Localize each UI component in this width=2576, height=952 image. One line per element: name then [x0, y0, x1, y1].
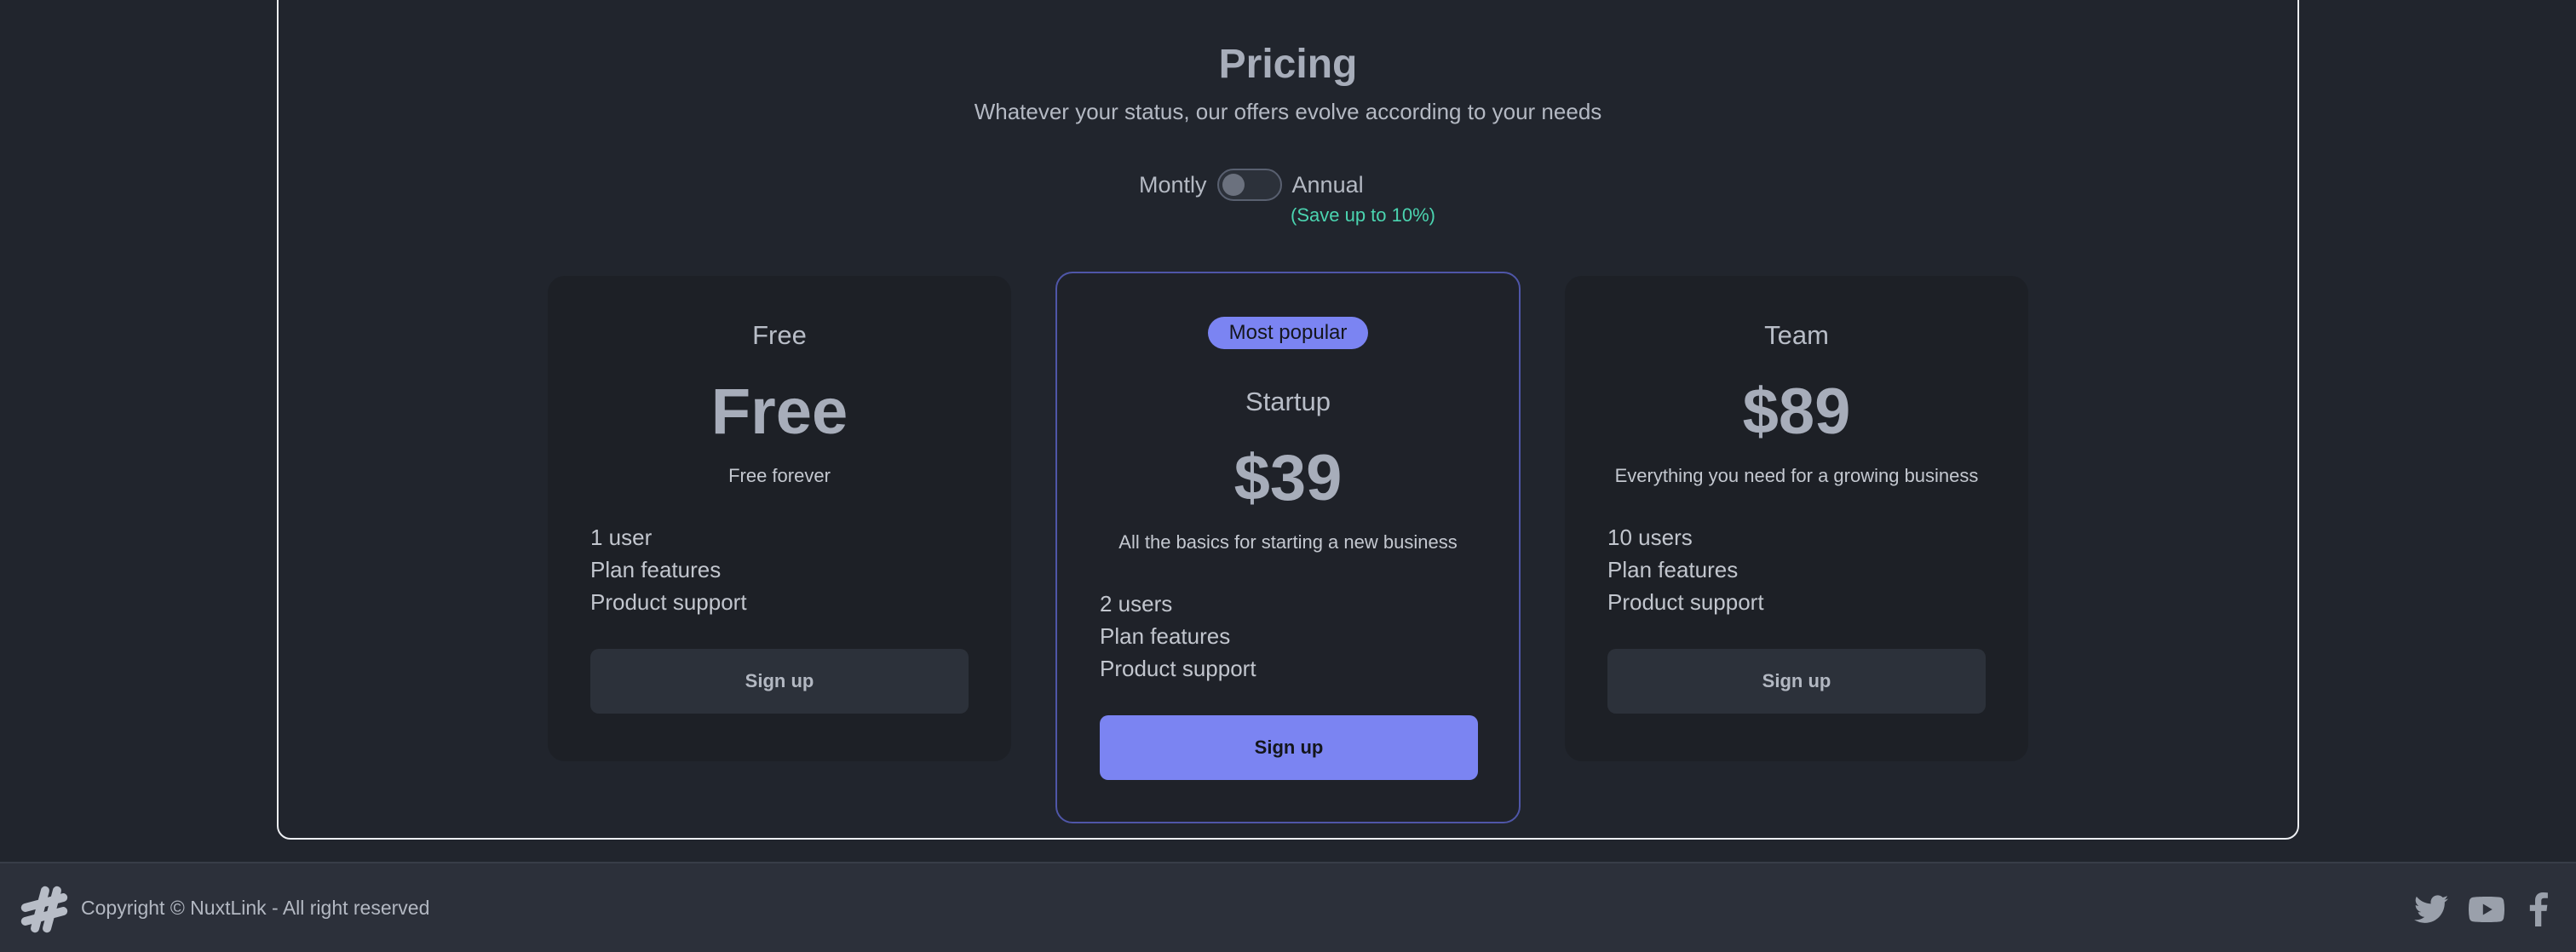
- plan-description: All the basics for starting a new busine…: [1118, 531, 1458, 553]
- plan-features: 2 users Plan features Product support: [1100, 588, 1256, 685]
- site-footer: Copyright © NuxtLink - All right reserve…: [0, 862, 2576, 952]
- sign-up-button-team[interactable]: Sign up: [1607, 649, 1986, 714]
- plan-features: 10 users Plan features Product support: [1607, 521, 1764, 618]
- copyright-text: Copyright © NuxtLink - All right reserve…: [81, 897, 430, 919]
- plan-price: $89: [1742, 376, 1851, 448]
- switch-knob: [1222, 174, 1245, 196]
- page-title: Pricing: [1218, 42, 1358, 87]
- billing-period-switch[interactable]: [1216, 169, 1282, 201]
- plan-card-free: Free Free Free forever 1 user Plan featu…: [548, 276, 1011, 761]
- feature-item: 10 users: [1607, 525, 1693, 550]
- pricing-section: Pricing Whatever your status, our offers…: [277, 0, 2299, 840]
- plan-name: Startup: [1245, 387, 1331, 416]
- hash-logo-icon[interactable]: [19, 884, 70, 935]
- youtube-icon[interactable]: [2467, 891, 2506, 928]
- annual-savings-note: (Save up to 10%): [1291, 204, 1435, 226]
- plan-name: Team: [1764, 320, 1829, 350]
- feature-item: 2 users: [1100, 591, 1173, 617]
- monthly-label: Montly: [1139, 171, 1207, 198]
- plan-price: $39: [1233, 442, 1343, 514]
- page: Pricing Whatever your status, our offers…: [0, 0, 2576, 952]
- twitter-icon[interactable]: [2412, 891, 2450, 928]
- feature-item: Plan features: [590, 557, 722, 582]
- page-subtitle: Whatever your status, our offers evolve …: [974, 99, 1602, 124]
- feature-item: Plan features: [1607, 557, 1739, 582]
- feature-item: Product support: [590, 589, 747, 615]
- billing-toggle-row: Montly Annual: [1139, 167, 1364, 203]
- sign-up-button-free[interactable]: Sign up: [590, 649, 969, 714]
- plan-price: Free: [710, 376, 848, 448]
- feature-item: Product support: [1607, 589, 1764, 615]
- feature-item: Product support: [1100, 656, 1256, 681]
- plan-description: Free forever: [728, 465, 831, 486]
- plan-description: Everything you need for a growing busine…: [1614, 465, 1979, 486]
- annual-label: Annual: [1291, 171, 1364, 198]
- plan-features: 1 user Plan features Product support: [590, 521, 747, 618]
- feature-item: Plan features: [1100, 623, 1231, 649]
- sign-up-button-startup[interactable]: Sign up: [1100, 715, 1478, 780]
- plan-card-startup: Most popular Startup $39 All the basics …: [1055, 272, 1521, 823]
- feature-item: 1 user: [590, 525, 653, 550]
- plan-name: Free: [752, 320, 807, 350]
- facebook-icon[interactable]: [2523, 891, 2554, 928]
- most-popular-badge: Most popular: [1208, 317, 1368, 349]
- plan-card-team: Team $89 Everything you need for a growi…: [1565, 276, 2028, 761]
